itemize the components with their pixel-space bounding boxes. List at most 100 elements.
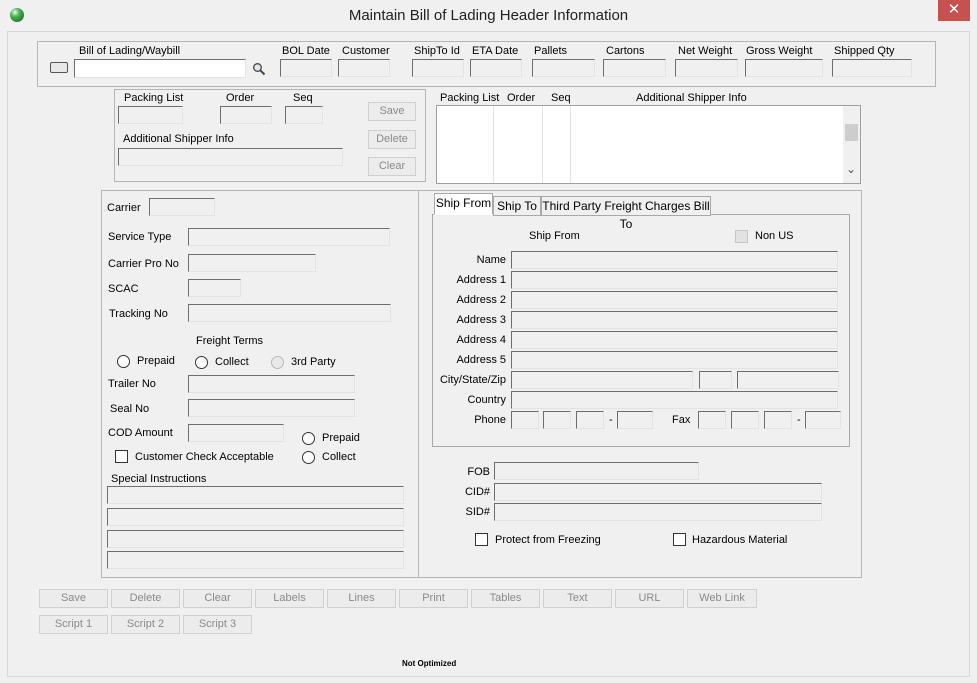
address1-label: Address 1 (456, 274, 506, 286)
fax-dash: - (797, 414, 801, 426)
cid-field[interactable] (494, 483, 822, 501)
trailer-no-label: Trailer No (108, 378, 156, 390)
print-button[interactable]: Print (399, 589, 468, 608)
protect-freezing-checkbox[interactable] (475, 533, 488, 546)
labels-button[interactable]: Labels (255, 589, 324, 608)
net-weight-field[interactable] (675, 59, 738, 77)
city-field[interactable] (511, 371, 693, 389)
non-us-checkbox[interactable] (735, 230, 748, 243)
sid-field[interactable] (494, 503, 822, 521)
name-field[interactable] (511, 251, 838, 269)
zip-field[interactable] (737, 371, 839, 389)
carrier-field[interactable] (149, 198, 215, 216)
country-field[interactable] (511, 391, 838, 409)
fob-label: FOB (467, 466, 490, 478)
phone-part-1[interactable] (511, 411, 539, 429)
additional-shipper-info-field[interactable] (118, 148, 343, 166)
url-button[interactable]: URL (615, 589, 684, 608)
special-instructions-line-4[interactable] (107, 551, 404, 569)
bol-date-field[interactable] (280, 59, 332, 77)
cod-collect-radio[interactable] (302, 451, 315, 464)
address3-label: Address 3 (456, 314, 506, 326)
fax-part-4[interactable] (805, 411, 841, 429)
address3-field[interactable] (511, 311, 838, 329)
tab-third-party[interactable]: Third Party Freight Charges Bill To (541, 196, 711, 231)
web-link-button[interactable]: Web Link (687, 589, 757, 608)
text-button[interactable]: Text (543, 589, 612, 608)
packing-list-box[interactable] (436, 105, 861, 184)
address2-field[interactable] (511, 291, 838, 309)
packing-list-field[interactable] (118, 106, 183, 124)
scac-field[interactable] (188, 279, 241, 297)
close-button[interactable]: ✕ (938, 0, 970, 21)
script-1-button[interactable]: Script 1 (39, 615, 108, 634)
address4-field[interactable] (511, 331, 838, 349)
search-icon[interactable] (252, 62, 266, 76)
lines-button[interactable]: Lines (327, 589, 396, 608)
packing-clear-button[interactable]: Clear (368, 157, 416, 176)
eta-date-label: ETA Date (472, 45, 519, 57)
script-3-button[interactable]: Script 3 (183, 615, 252, 634)
customer-field[interactable] (338, 59, 390, 77)
additional-shipper-info-label: Additional Shipper Info (123, 133, 234, 145)
packing-save-button[interactable]: Save (368, 102, 416, 121)
hazardous-checkbox[interactable] (673, 533, 686, 546)
freight-collect-radio[interactable] (195, 356, 208, 369)
address1-field[interactable] (511, 271, 838, 289)
special-instructions-line-1[interactable] (107, 486, 404, 504)
tracking-no-field[interactable] (188, 304, 391, 322)
special-instructions-line-3[interactable] (107, 530, 404, 548)
shipto-id-field[interactable] (412, 59, 464, 77)
save-button[interactable]: Save (39, 589, 108, 608)
seal-no-field[interactable] (188, 399, 355, 417)
phone-part-4[interactable] (617, 411, 653, 429)
tab-ship-from[interactable]: Ship From (434, 193, 493, 215)
packing-delete-button[interactable]: Delete (368, 130, 416, 149)
phone-dash: - (609, 414, 613, 426)
list-col-additional: Additional Shipper Info (636, 92, 747, 104)
bol-input[interactable] (74, 59, 246, 78)
hazardous-label: Hazardous Material (692, 534, 788, 546)
fax-label: Fax (672, 414, 691, 426)
delete-button[interactable]: Delete (111, 589, 180, 608)
customer-label: Customer (342, 45, 390, 57)
cod-prepaid-radio[interactable] (302, 432, 315, 445)
fax-part-2[interactable] (731, 411, 759, 429)
cartons-label: Cartons (606, 45, 645, 57)
fax-part-3[interactable] (764, 411, 792, 429)
shipped-qty-field[interactable] (832, 59, 912, 77)
seq-field[interactable] (285, 106, 323, 124)
bol-lookup-button[interactable] (50, 62, 68, 73)
carrier-pro-no-field[interactable] (188, 254, 316, 272)
state-field[interactable] (699, 371, 732, 389)
clear-button[interactable]: Clear (183, 589, 252, 608)
cartons-field[interactable] (603, 59, 666, 77)
fax-part-1[interactable] (698, 411, 726, 429)
gross-weight-field[interactable] (745, 59, 823, 77)
tables-button[interactable]: Tables (471, 589, 540, 608)
address5-field[interactable] (511, 351, 838, 369)
order-label: Order (226, 92, 255, 104)
scrollbar-thumb[interactable] (845, 124, 858, 141)
eta-date-field[interactable] (470, 59, 522, 77)
script-2-button[interactable]: Script 2 (111, 615, 180, 634)
order-field[interactable] (220, 106, 272, 124)
special-instructions-line-2[interactable] (107, 508, 404, 526)
phone-part-2[interactable] (543, 411, 571, 429)
scac-label: SCAC (108, 283, 139, 295)
list-col-packing-list: Packing List (440, 92, 500, 104)
freight-3rd-party-radio[interactable] (271, 356, 284, 369)
tab-ship-to[interactable]: Ship To (493, 196, 541, 216)
scroll-down-icon[interactable]: ⌄ (846, 162, 856, 176)
seq-label: Seq (293, 92, 313, 104)
pallets-field[interactable] (532, 59, 595, 77)
non-us-label: Non US (755, 230, 794, 242)
cod-amount-field[interactable] (188, 424, 284, 442)
phone-part-3[interactable] (576, 411, 604, 429)
service-type-field[interactable] (188, 228, 390, 246)
freight-prepaid-radio[interactable] (117, 355, 130, 368)
trailer-no-field[interactable] (188, 375, 355, 393)
fob-field[interactable] (494, 462, 699, 480)
customer-check-checkbox[interactable] (115, 450, 128, 463)
list-col-divider (493, 106, 494, 183)
